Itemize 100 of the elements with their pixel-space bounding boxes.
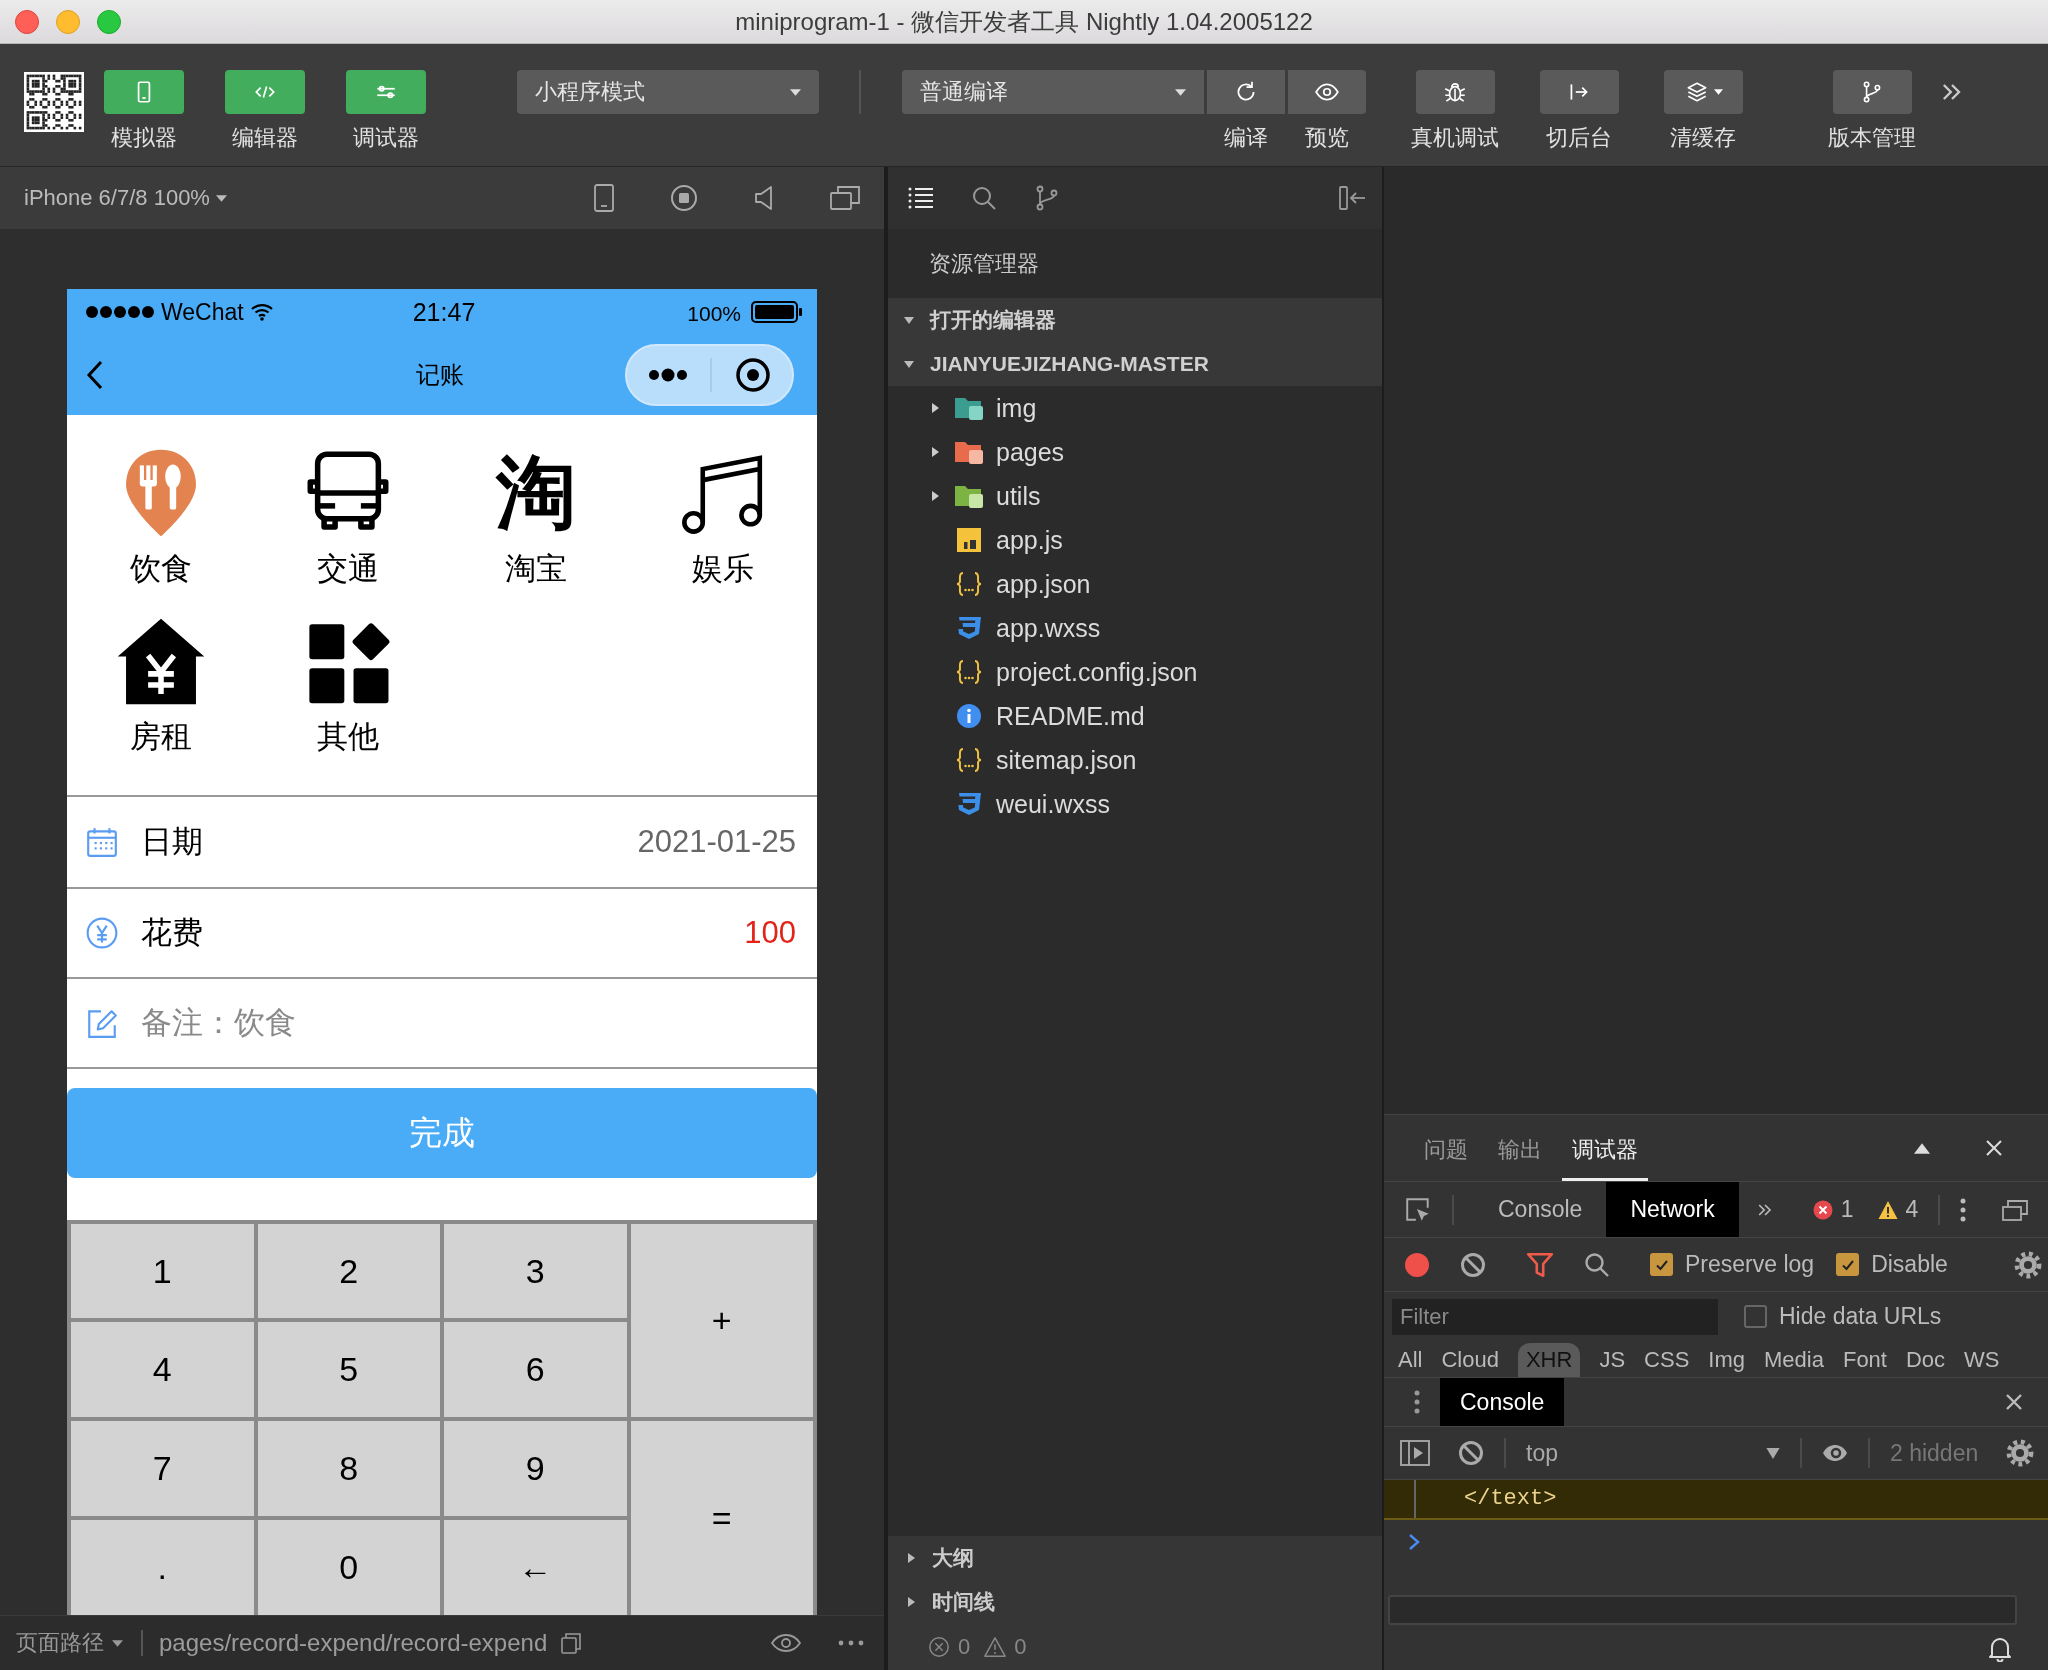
pointer-box-icon[interactable] — [1404, 1195, 1432, 1224]
file-tree-item[interactable]: README.md — [888, 694, 1382, 738]
phone-icon[interactable] — [594, 184, 614, 212]
panel-tab[interactable]: 输出 — [1488, 1115, 1552, 1181]
tool-button[interactable] — [1832, 70, 1912, 114]
close-icon[interactable] — [1984, 1138, 2004, 1158]
drawer-tab[interactable]: Console — [1440, 1378, 1565, 1426]
devtools-tab[interactable]: Network — [1606, 1182, 1739, 1237]
file-tree-item[interactable]: img — [888, 386, 1382, 430]
note-input[interactable]: 备注：饮食 — [141, 1001, 796, 1045]
file-tree-item[interactable]: pages — [888, 430, 1382, 474]
panel-toggle[interactable] — [104, 70, 184, 114]
keypad-key[interactable]: . — [71, 1520, 254, 1615]
file-tree-item[interactable]: project.config.json — [888, 650, 1382, 694]
devtools-tab[interactable]: Console — [1474, 1182, 1607, 1237]
keypad-key[interactable]: 3 — [444, 1224, 627, 1318]
keypad-key[interactable]: 2 — [257, 1224, 440, 1318]
file-tree-item[interactable]: app.js — [888, 518, 1382, 562]
compile-action-button[interactable] — [1288, 70, 1366, 114]
sidebar-icon[interactable] — [1400, 1440, 1430, 1466]
type-filter-tab[interactable]: Cloud — [1441, 1343, 1499, 1377]
file-tree-item[interactable]: utils — [888, 474, 1382, 518]
more-icon[interactable] — [1960, 1197, 1967, 1222]
keypad-key[interactable]: 1 — [71, 1224, 254, 1318]
category-item[interactable]: 淘 淘宝 — [442, 447, 630, 587]
circle-slash-icon[interactable] — [1458, 1440, 1484, 1466]
keypad-key[interactable]: 7 — [71, 1421, 254, 1516]
list-icon[interactable] — [908, 185, 934, 211]
more-icon[interactable] — [648, 368, 689, 382]
windows-icon[interactable] — [830, 184, 860, 212]
keypad-key[interactable]: 4 — [71, 1322, 254, 1417]
keypad-key[interactable]: 0 — [257, 1520, 440, 1615]
keypad-key[interactable]: 8 — [257, 1421, 440, 1516]
checkbox[interactable] — [1744, 1305, 1767, 1328]
type-filter-tab[interactable]: WS — [1964, 1343, 2000, 1377]
search-icon[interactable] — [1584, 1251, 1610, 1278]
keypad-key[interactable]: + — [630, 1224, 813, 1417]
section-header[interactable]: JIANYUEJIZHANG-MASTER — [888, 342, 1382, 386]
warning-icon[interactable] — [1877, 1199, 1898, 1220]
settings-icon[interactable] — [2006, 1439, 2035, 1467]
qr-code-icon[interactable] — [24, 72, 84, 132]
section-header[interactable]: 时间线 — [888, 1580, 1382, 1624]
checkbox[interactable] — [1836, 1253, 1860, 1276]
filter-input[interactable]: Filter — [1392, 1298, 1718, 1335]
keypad-key[interactable]: 5 — [257, 1322, 440, 1417]
search-icon[interactable] — [971, 185, 997, 211]
section-header[interactable]: 大纲 — [888, 1536, 1382, 1580]
date-picker-value[interactable]: 2021-01-25 — [637, 824, 796, 860]
copy-icon[interactable] — [559, 1631, 584, 1655]
context-select[interactable]: top — [1526, 1439, 1780, 1467]
category-item[interactable]: 娱乐 — [629, 447, 817, 587]
type-filter-tab[interactable]: Font — [1842, 1343, 1887, 1377]
category-item[interactable]: 其他 — [254, 615, 442, 755]
compile-select[interactable]: 普通编译 — [902, 70, 1204, 114]
close-icon[interactable] — [2004, 1392, 2024, 1412]
compile-action-button[interactable] — [1207, 70, 1285, 114]
circle-dot-icon[interactable] — [734, 357, 771, 393]
close-button[interactable] — [15, 9, 39, 34]
tool-button[interactable] — [1415, 70, 1495, 114]
type-filter-tab[interactable]: JS — [1599, 1343, 1626, 1377]
mode-select[interactable]: 小程序模式 — [517, 70, 819, 114]
record-icon[interactable] — [1404, 1251, 1430, 1278]
device-select[interactable]: iPhone 6/7/8 100% — [24, 185, 227, 211]
error-icon[interactable] — [1812, 1199, 1833, 1220]
keypad-key[interactable]: = — [630, 1421, 813, 1615]
settings-icon[interactable] — [2013, 1250, 2042, 1279]
type-filter-tab[interactable]: CSS — [1644, 1343, 1690, 1377]
stop-icon[interactable] — [670, 184, 698, 212]
file-tree-item[interactable]: sitemap.json — [888, 738, 1382, 782]
category-item[interactable]: 饮食 — [67, 447, 255, 587]
keypad-key[interactable]: ← — [444, 1520, 627, 1615]
collapse-panel-icon[interactable] — [1338, 185, 1366, 211]
panel-toggle[interactable] — [346, 70, 426, 114]
filter-icon[interactable] — [1526, 1250, 1554, 1279]
file-tree-item[interactable]: app.wxss — [888, 606, 1382, 650]
type-filter-tab[interactable]: Img — [1708, 1343, 1745, 1377]
caret-up-icon[interactable] — [1914, 1142, 1930, 1154]
circle-slash-icon[interactable] — [1460, 1251, 1486, 1278]
file-tree-item[interactable]: weui.wxss — [888, 782, 1382, 826]
amount-value[interactable]: 100 — [744, 915, 796, 951]
tool-button[interactable] — [1663, 70, 1743, 114]
section-header[interactable]: 打开的编辑器 — [888, 298, 1382, 342]
eye-icon[interactable] — [770, 1633, 802, 1653]
panel-tab[interactable]: 问题 — [1414, 1115, 1478, 1181]
type-filter-tab[interactable]: Doc — [1905, 1343, 1946, 1377]
speaker-icon[interactable] — [754, 184, 774, 212]
keypad-key[interactable]: 6 — [444, 1322, 627, 1417]
page-path-select[interactable]: 页面路径 — [16, 1628, 123, 1658]
file-tree-item[interactable]: app.json — [888, 562, 1382, 606]
back-icon[interactable] — [85, 359, 105, 391]
branch-icon[interactable] — [1034, 185, 1060, 211]
checkbox[interactable] — [1650, 1253, 1673, 1276]
type-filter-tab[interactable]: All — [1398, 1343, 1423, 1377]
category-item[interactable]: 交通 — [254, 447, 442, 587]
category-item[interactable]: 房租 — [67, 615, 255, 755]
type-filter-tab[interactable]: Media — [1764, 1343, 1824, 1377]
warning-icon[interactable] — [984, 1636, 1007, 1658]
panel-toggle[interactable] — [225, 70, 305, 114]
console-input-field[interactable] — [1388, 1595, 2017, 1625]
keypad-key[interactable]: 9 — [444, 1421, 627, 1516]
